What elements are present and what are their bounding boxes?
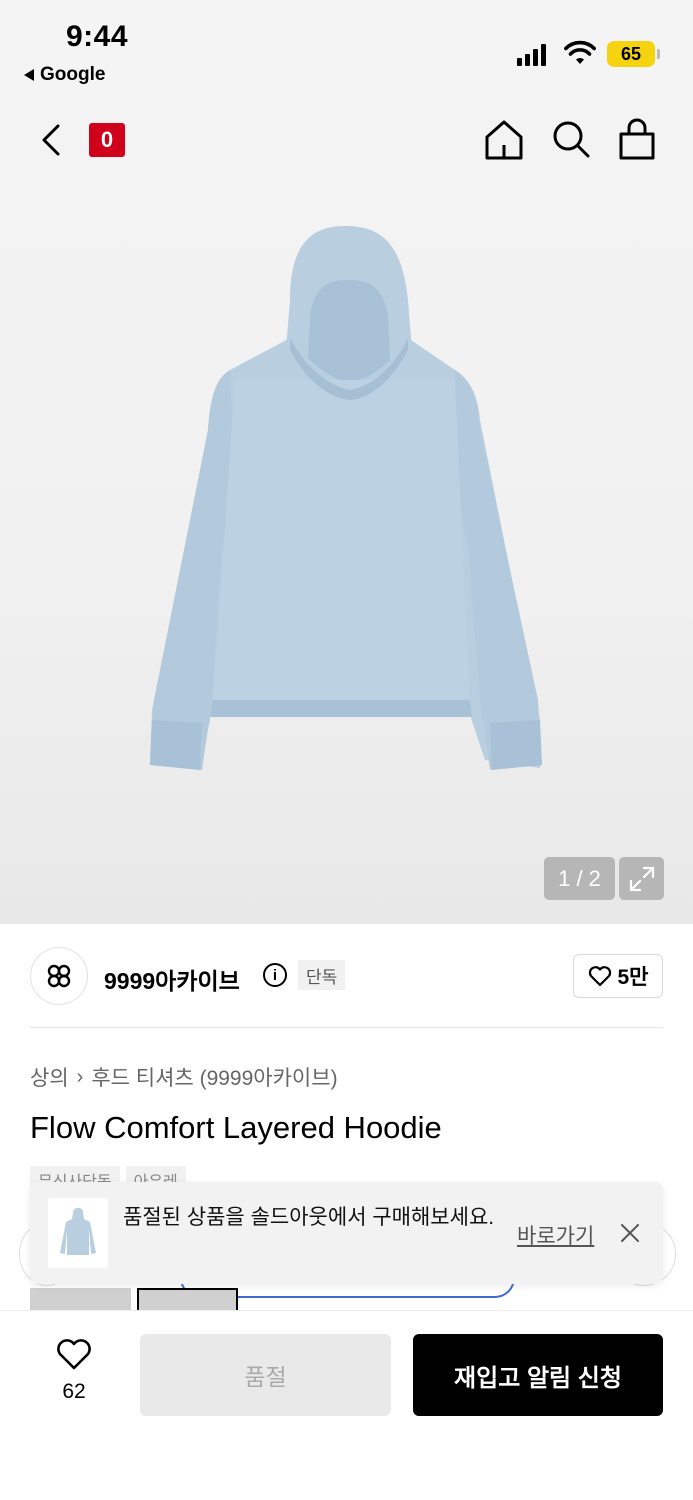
brand-row: 9999아카이브 i 단독 5만 (0, 944, 693, 1008)
hoodie-product-image (150, 226, 542, 770)
toast-message: 품절된 상품을 솔드아웃에서 구매해보세요. (123, 1206, 495, 1229)
brand-like-button[interactable]: 5만 (573, 954, 663, 998)
breadcrumb-category[interactable]: 상의 (30, 1062, 69, 1092)
product-gallery[interactable]: 9:44 Google 65 0 1 / 2 (0, 0, 693, 924)
expand-image-button[interactable] (619, 857, 664, 900)
brand-logo[interactable] (30, 947, 88, 1005)
expand-icon (629, 866, 654, 891)
underlay-thumbnail (30, 1288, 131, 1312)
product-title: Flow Comfort Layered Hoodie (30, 1110, 442, 1145)
toast-go-link[interactable]: 바로가기 (517, 1220, 594, 1250)
brand-name[interactable]: 9999아카이브 (104, 962, 240, 996)
wifi-icon (564, 40, 596, 64)
home-icon[interactable] (484, 118, 524, 162)
shopping-bag-icon[interactable] (618, 118, 656, 162)
top-nav: 0 (0, 110, 693, 170)
heart-icon (57, 1339, 91, 1370)
toast-product-thumbnail (48, 1198, 108, 1268)
back-app-label: Google (40, 64, 106, 85)
search-icon[interactable] (551, 118, 591, 162)
back-to-app-link[interactable]: Google (24, 64, 105, 86)
brand-logo-icon (47, 964, 71, 988)
exclusive-badge: 단독 (298, 960, 346, 990)
section-divider (30, 1027, 663, 1028)
status-time: 9:44 (66, 20, 129, 53)
restock-alert-button[interactable]: 재입고 알림 신청 (413, 1334, 663, 1416)
bottom-action-bar: 62 품절 재입고 알림 신청 (0, 1310, 693, 1500)
heart-icon (588, 966, 611, 987)
brand-like-count: 5만 (617, 966, 649, 989)
musinsa-logo[interactable]: 0 (89, 123, 125, 157)
soldout-button: 품절 (140, 1334, 391, 1416)
product-like-count: 62 (62, 1380, 86, 1403)
back-triangle-icon (24, 69, 34, 81)
battery-cap (657, 49, 660, 59)
battery-indicator: 65 (607, 41, 655, 67)
info-icon[interactable]: i (263, 963, 287, 987)
breadcrumb: 상의 › 후드 티셔츠 (9999아카이브) (30, 1062, 338, 1092)
status-bar: 9:44 Google 65 (0, 0, 693, 96)
chevron-right-icon: › (76, 1065, 84, 1088)
hoodie-thumbnail-image (60, 1208, 96, 1255)
close-icon[interactable] (617, 1220, 643, 1246)
cellular-signal-icon (517, 42, 546, 66)
image-pager: 1 / 2 (544, 857, 615, 900)
soldout-toast: 품절된 상품을 솔드아웃에서 구매해보세요. 바로가기 (30, 1182, 663, 1284)
breadcrumb-subcategory[interactable]: 후드 티셔츠 (9999아카이브) (91, 1062, 337, 1092)
product-like-button[interactable]: 62 (40, 1337, 108, 1404)
underlay-thumbnail-selected (137, 1288, 238, 1312)
back-chevron-icon[interactable] (36, 120, 68, 160)
